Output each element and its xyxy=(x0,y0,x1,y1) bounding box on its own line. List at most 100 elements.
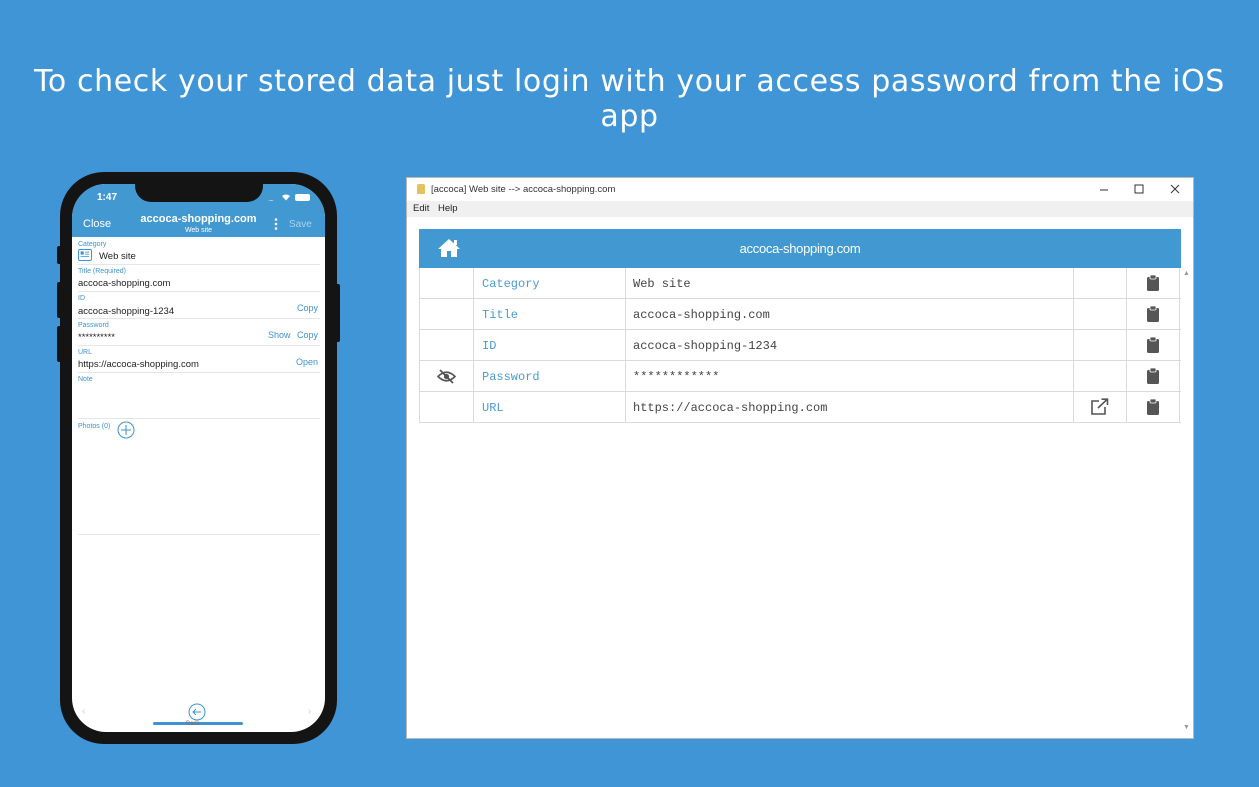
url-field[interactable]: URL https://accoca-shopping.com Open xyxy=(78,346,320,373)
value-cell: accoca-shopping.com xyxy=(625,299,1073,330)
phone-notch xyxy=(135,184,263,202)
label-cell: URL xyxy=(473,392,625,423)
title-value: accoca-shopping.com xyxy=(78,278,171,289)
label-cell: ID xyxy=(473,330,625,361)
record-table: Category Web site Title accoca-shopping.… xyxy=(419,268,1181,423)
scroll-up-arrow-icon[interactable]: ▲ xyxy=(1183,270,1190,277)
minimize-icon[interactable] xyxy=(1091,180,1117,198)
title-label: Title (Required) xyxy=(78,268,126,275)
vertical-scrollbar[interactable]: ▲ ▼ xyxy=(1181,268,1193,736)
row-icon-cell xyxy=(419,330,473,361)
more-options-icon[interactable] xyxy=(274,218,278,230)
window-title-bar: [accoca] Web site --> accoca-shopping.co… xyxy=(407,178,1193,200)
nav-title: accoca-shopping.com xyxy=(140,213,257,225)
back-label: Back xyxy=(186,721,200,727)
title-field[interactable]: Title (Required) accoca-shopping.com xyxy=(78,265,320,292)
phone-volume-down xyxy=(57,326,63,362)
action-cell xyxy=(1073,361,1126,392)
close-window-icon[interactable] xyxy=(1162,180,1188,198)
row-icon-cell xyxy=(419,361,473,392)
row-label: URL xyxy=(482,401,504,415)
copy-cell xyxy=(1126,268,1180,299)
category-icon xyxy=(78,249,92,261)
copy-cell xyxy=(1126,330,1180,361)
url-label: URL xyxy=(78,349,93,356)
nav-subtitle: Web site xyxy=(184,227,213,234)
headline: To check your stored data just login wit… xyxy=(34,64,1225,134)
value-cell: https://accoca-shopping.com xyxy=(625,392,1073,423)
back-icon[interactable] xyxy=(188,703,206,721)
photos-label: Photos (0) xyxy=(78,423,111,430)
note-field[interactable]: Note xyxy=(78,373,320,419)
copy-cell xyxy=(1126,299,1180,330)
maximize-icon[interactable] xyxy=(1126,180,1152,198)
menu-help[interactable]: Help xyxy=(438,203,458,214)
password-value: ********** xyxy=(78,332,115,343)
action-cell xyxy=(1073,392,1126,423)
phone-screen: 1:47 .... Close accoca-shopping.com Web … xyxy=(72,184,325,732)
password-field[interactable]: Password ********** Show Copy xyxy=(78,319,320,346)
row-value: ************ xyxy=(633,370,720,384)
phone-volume-up xyxy=(57,282,63,318)
id-label: ID xyxy=(78,295,85,302)
value-cell: ************ xyxy=(625,361,1073,392)
record-title: accoca-shopping.com xyxy=(739,241,861,256)
table-row-title: Title accoca-shopping.com xyxy=(419,299,1181,330)
table-row-password: Password ************ xyxy=(419,361,1181,392)
row-icon-cell xyxy=(419,392,473,423)
value-cell: Web site xyxy=(625,268,1073,299)
category-field[interactable]: Category Web site xyxy=(78,238,320,265)
clipboard-icon[interactable] xyxy=(1146,367,1160,385)
row-value: accoca-shopping-1234 xyxy=(633,339,778,353)
category-value: Web site xyxy=(99,251,136,262)
cellular-signal-icon: .... xyxy=(268,194,274,203)
password-show-button[interactable]: Show xyxy=(268,330,291,340)
menu-edit[interactable]: Edit xyxy=(413,203,429,214)
previous-arrow-icon[interactable]: ‹ xyxy=(82,706,85,717)
menu-bar: Edit Help xyxy=(407,201,1193,217)
label-cell: Category xyxy=(473,268,625,299)
table-row-category: Category Web site xyxy=(419,268,1181,299)
next-arrow-icon[interactable]: › xyxy=(308,706,311,717)
scroll-down-arrow-icon[interactable]: ▼ xyxy=(1183,724,1190,731)
clipboard-icon[interactable] xyxy=(1146,274,1160,292)
row-label: Category xyxy=(482,277,540,291)
password-label: Password xyxy=(78,322,109,329)
id-field[interactable]: ID accoca-shopping-1234 Copy xyxy=(78,292,320,319)
copy-cell xyxy=(1126,392,1180,423)
action-cell xyxy=(1073,299,1126,330)
desktop-window: [accoca] Web site --> accoca-shopping.co… xyxy=(406,177,1194,739)
table-row-id: ID accoca-shopping-1234 xyxy=(419,330,1181,361)
record-header: accoca-shopping.com xyxy=(419,229,1181,268)
label-cell: Title xyxy=(473,299,625,330)
category-label: Category xyxy=(78,241,107,248)
open-external-icon[interactable] xyxy=(1090,398,1110,416)
clipboard-icon[interactable] xyxy=(1146,398,1160,416)
window-title: [accoca] Web site --> accoca-shopping.co… xyxy=(431,184,616,195)
save-button[interactable]: Save xyxy=(289,219,312,230)
battery-icon xyxy=(295,194,310,201)
close-button[interactable]: Close xyxy=(83,218,111,230)
phone-mockup: 1:47 .... Close accoca-shopping.com Web … xyxy=(57,172,340,744)
clipboard-icon[interactable] xyxy=(1146,336,1160,354)
copy-cell xyxy=(1126,361,1180,392)
status-time: 1:47 xyxy=(97,192,118,203)
phone-mute-switch xyxy=(57,246,63,264)
row-value: accoca-shopping.com xyxy=(633,308,770,322)
note-label: Note xyxy=(78,376,93,383)
eye-slash-icon[interactable] xyxy=(437,369,456,384)
photos-section: Photos (0) xyxy=(78,420,320,535)
table-row-url: URL https://accoca-shopping.com xyxy=(419,392,1181,423)
id-copy-button[interactable]: Copy xyxy=(297,303,318,313)
row-icon-cell xyxy=(419,268,473,299)
row-value: Web site xyxy=(633,277,691,291)
id-value: accoca-shopping-1234 xyxy=(78,306,175,317)
label-cell: Password xyxy=(473,361,625,392)
add-photo-icon[interactable] xyxy=(117,421,135,439)
password-copy-button[interactable]: Copy xyxy=(297,330,318,340)
url-value: https://accoca-shopping.com xyxy=(78,359,199,370)
clipboard-icon[interactable] xyxy=(1146,305,1160,323)
url-open-button[interactable]: Open xyxy=(296,357,318,367)
action-cell xyxy=(1073,330,1126,361)
action-cell xyxy=(1073,268,1126,299)
